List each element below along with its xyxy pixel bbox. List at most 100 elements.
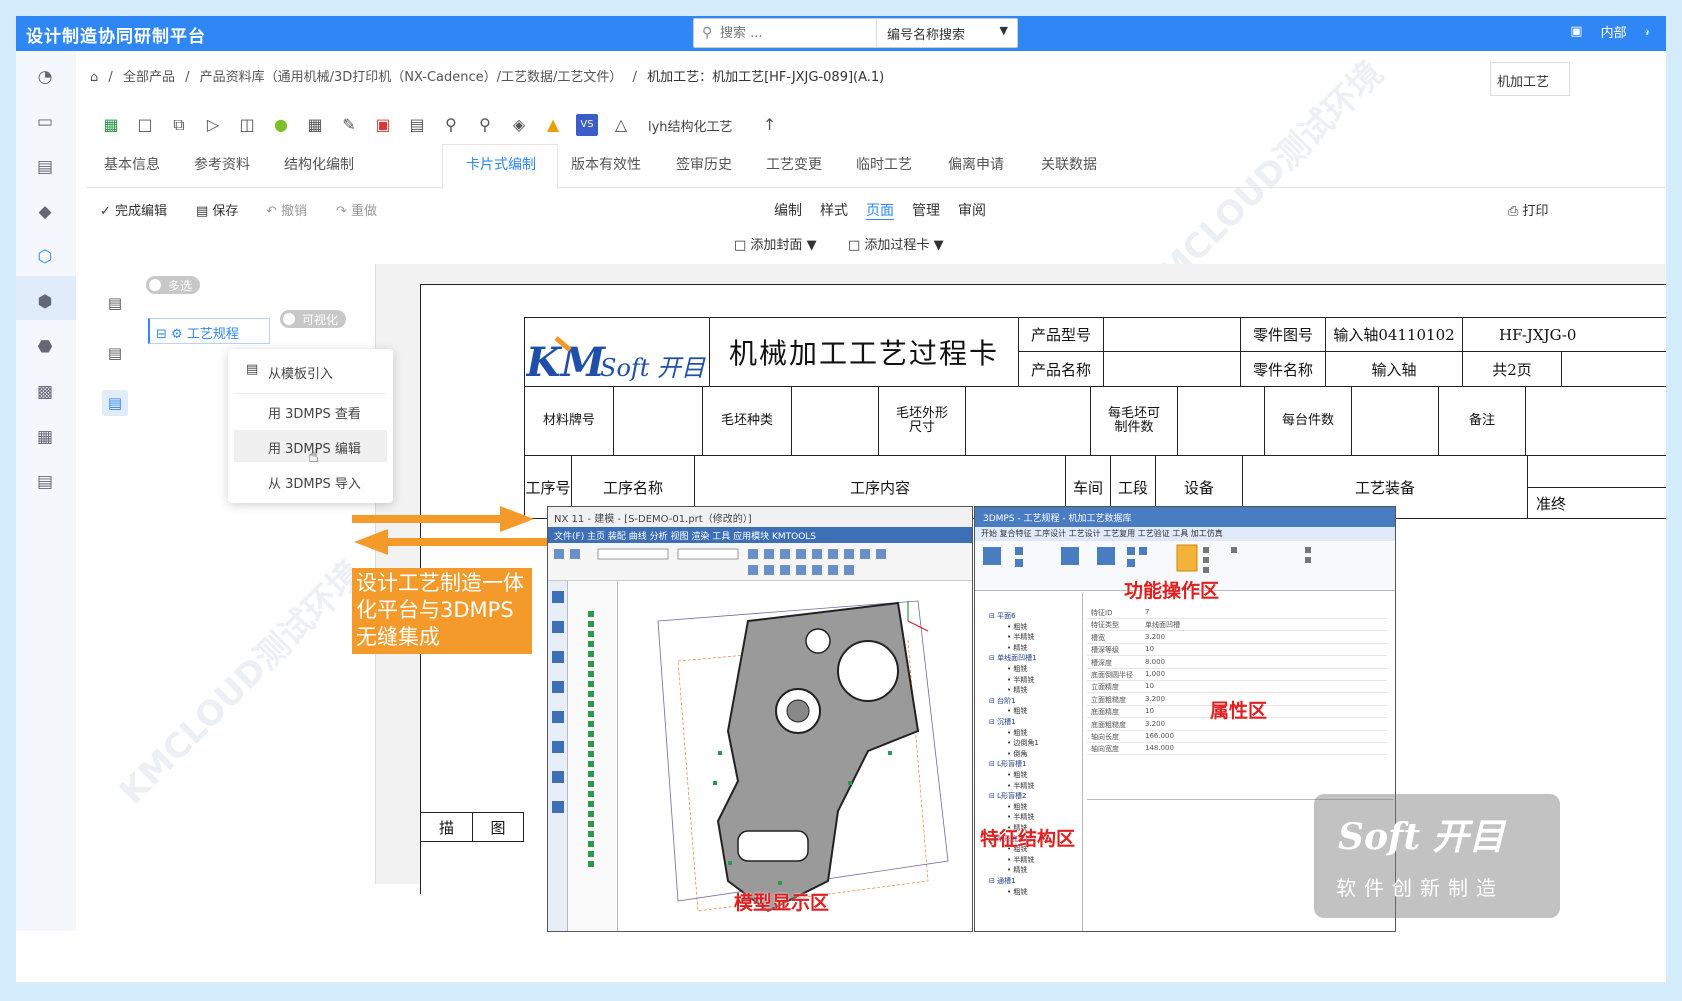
visualize-toggle[interactable]: 可视化 xyxy=(280,310,347,328)
copy-icon[interactable]: ⧉ xyxy=(168,114,190,136)
tab-sign-history[interactable]: 签审历史 xyxy=(676,154,732,174)
save-button[interactable]: ▤ 保存 xyxy=(196,200,238,219)
feature-tree-item[interactable]: ⊟ 沉槽1 xyxy=(989,717,1016,727)
feature-tree-item[interactable]: • 粗铣 xyxy=(1007,622,1027,632)
print-button[interactable]: ⎙ 打印 xyxy=(1508,200,1549,219)
avatar-icon[interactable]: ▣ xyxy=(1570,24,1582,39)
structured-process-button[interactable]: lyh结构化工艺 xyxy=(648,116,733,135)
redo-button[interactable]: ↷ 重做 xyxy=(336,200,377,219)
add-cover-button[interactable]: □ 添加封面 ▼ xyxy=(734,234,817,253)
search-mode-select[interactable]: 编号名称搜索 ▼ xyxy=(876,19,1018,47)
feature-tree-item[interactable]: • 半精铣 xyxy=(1007,675,1034,685)
tab-reference[interactable]: 参考资料 xyxy=(194,154,250,174)
save-disk-icon[interactable]: ▤ xyxy=(406,114,428,136)
multi-select-toggle[interactable]: 多选 xyxy=(146,276,201,294)
transfer-icon[interactable]: ◈ xyxy=(508,114,530,136)
tab-version[interactable]: 版本有效性 xyxy=(571,154,641,174)
tab-process-change[interactable]: 工艺变更 xyxy=(766,154,822,174)
nx-model-view[interactable] xyxy=(618,581,972,931)
structure-icon[interactable]: △ xyxy=(610,114,632,136)
feature-tree-item[interactable]: • 半精铣 xyxy=(1007,781,1034,791)
attach-icon[interactable]: ⚲ xyxy=(440,114,462,136)
feature-tree-item[interactable]: • 粗铣 xyxy=(1007,664,1027,674)
edit-icon[interactable]: ✎ xyxy=(338,114,360,136)
cube-icon[interactable]: ⬡ xyxy=(34,246,56,268)
tab-basic-info[interactable]: 基本信息 xyxy=(104,154,160,174)
feature-tree-item[interactable]: • 半精铣 xyxy=(1007,632,1034,642)
feature-tree-item[interactable]: • 精铣 xyxy=(1007,685,1027,695)
feature-tree-item[interactable]: ⊟ 单线面凹槽1 xyxy=(989,653,1037,663)
dashboard-icon[interactable]: ◔ xyxy=(34,66,56,88)
tab-temp-process[interactable]: 临时工艺 xyxy=(856,154,912,174)
link-icon[interactable]: ⚲ xyxy=(474,114,496,136)
property-row[interactable]: 特征ID 7 xyxy=(1087,607,1387,619)
bell-icon[interactable]: ▲ xyxy=(542,114,564,136)
property-row[interactable]: 槽深等级 10 xyxy=(1087,644,1387,657)
fruit-icon[interactable]: ● xyxy=(270,114,292,136)
property-row[interactable]: 特征类型 单线面凹槽 xyxy=(1087,619,1387,632)
vs-icon[interactable]: VS xyxy=(576,114,598,136)
breadcrumb-item[interactable]: 全部产品 xyxy=(123,70,175,85)
list-icon[interactable]: ▤ xyxy=(102,340,128,366)
nx-resource-bar[interactable] xyxy=(548,581,568,931)
feature-tree-item[interactable]: • 粗铣 xyxy=(1007,706,1027,716)
new-icon[interactable]: □ xyxy=(134,114,156,136)
property-row[interactable]: 轴向宽度 148.000 xyxy=(1087,743,1387,756)
undo-button[interactable]: ↶ 撤销 xyxy=(266,200,307,219)
feature-tree-item[interactable]: • 倒角 xyxy=(1007,749,1027,759)
tab-deviation[interactable]: 偏离申请 xyxy=(948,154,1004,174)
mode-tab-compile[interactable]: 编制 xyxy=(774,200,802,220)
env-label[interactable]: 内部 xyxy=(1601,22,1627,41)
nx-menu[interactable]: 文件(F) 主页 装配 曲线 分析 视图 渲染 工具 应用模块 KMTOOLS xyxy=(548,527,972,543)
mode-tab-manage[interactable]: 管理 xyxy=(912,200,940,220)
feature-tree-item[interactable]: ⊟ 台阶1 xyxy=(989,696,1016,706)
feature-tree-item[interactable]: ⊟ 通槽1 xyxy=(989,876,1016,886)
layers-icon[interactable]: ◆ xyxy=(34,201,56,223)
done-edit-button[interactable]: ✓ 完成编辑 xyxy=(100,200,167,219)
breadcrumb-item[interactable]: 产品资料库（通用机械/3D打印机（NX-Cadence）/工艺数据/工艺文件） xyxy=(200,70,623,85)
display-icon[interactable]: ▩ xyxy=(34,381,56,403)
tab-structured[interactable]: 结构化编制 xyxy=(284,154,354,174)
nx-ribbon[interactable] xyxy=(548,543,972,581)
stamp-icon[interactable]: ▣ xyxy=(372,114,394,136)
box-icon[interactable]: ⬢ xyxy=(34,291,56,313)
screen-icon[interactable]: ▤ xyxy=(34,156,56,178)
monitor-icon[interactable]: ▭ xyxy=(34,111,56,133)
feature-tree-item[interactable]: ⊟ L形盲槽2 xyxy=(989,791,1026,801)
grid-icon[interactable]: ▦ xyxy=(304,114,326,136)
package-icon[interactable]: ⬣ xyxy=(34,336,56,358)
feature-tree-item[interactable]: • 精铣 xyxy=(1007,643,1027,653)
org-icon[interactable]: ▦ xyxy=(34,426,56,448)
tab-card-edit[interactable]: 卡片式编制 xyxy=(466,154,536,174)
feature-tree-item[interactable]: • 粗铣 xyxy=(1007,887,1027,897)
translate-icon[interactable]: 𝓇 xyxy=(1645,24,1650,39)
property-row[interactable]: 槽宽 3.200 xyxy=(1087,632,1387,644)
document-icon[interactable]: ▤ xyxy=(34,471,56,493)
feature-tree-item[interactable]: • 半精铣 xyxy=(1007,812,1034,822)
search-box[interactable]: ⚲ 编号名称搜索 ▼ xyxy=(693,18,1018,48)
feature-tree-item[interactable]: • 精铣 xyxy=(1007,865,1027,875)
3dmps-feature-tree[interactable]: ⊟ 平面6 • 粗铣 • 半精铣 • 精铣 ⊟ 单线面凹槽1 • 粗铣 • 半精铣 • 精铣 ⊟… xyxy=(975,593,1083,931)
mode-tab-review[interactable]: 审阅 xyxy=(958,200,986,220)
upload-icon[interactable]: ↑ xyxy=(759,114,781,136)
property-row[interactable]: 槽深度 8.000 xyxy=(1087,657,1387,669)
3dmps-tabs[interactable]: 开始 复合特征 工序设计 工艺设计 工艺复用 工艺验证 工具 加工仿真 xyxy=(975,527,1395,541)
tree-node-process[interactable]: ⊟ ⚙ 工艺规程 xyxy=(148,318,270,344)
play-icon[interactable]: ▷ xyxy=(202,114,224,136)
menu-item-3dmps-view[interactable]: 用 3DMPS 查看 xyxy=(234,395,387,427)
excel-icon[interactable]: ▦ xyxy=(100,114,122,136)
feature-tree-item[interactable]: • 边倒角1 xyxy=(1007,738,1039,748)
open-doc-tab[interactable]: 机加工艺 xyxy=(1490,62,1570,96)
card-icon[interactable]: ▤ xyxy=(102,390,128,416)
menu-item-3dmps-import[interactable]: 从 3DMPS 导入 xyxy=(234,465,387,497)
property-row[interactable]: 底面倒圆半径 1.000 xyxy=(1087,669,1387,681)
feature-tree-item[interactable]: ⊟ 平面6 xyxy=(989,611,1016,621)
home-icon[interactable]: ⌂ xyxy=(90,70,98,85)
feature-tree-item[interactable]: • 粗铣 xyxy=(1007,728,1027,738)
mode-tab-page[interactable]: 页面 xyxy=(866,200,894,220)
property-row[interactable]: 立面精度 10 xyxy=(1087,681,1387,694)
add-process-card-button[interactable]: □ 添加过程卡 ▼ xyxy=(848,234,944,253)
delete-icon[interactable]: ◫ xyxy=(236,114,258,136)
menu-item-import-template[interactable]: ▤ 从模板引入 xyxy=(234,355,387,387)
nx-part-navigator[interactable] xyxy=(568,581,618,931)
